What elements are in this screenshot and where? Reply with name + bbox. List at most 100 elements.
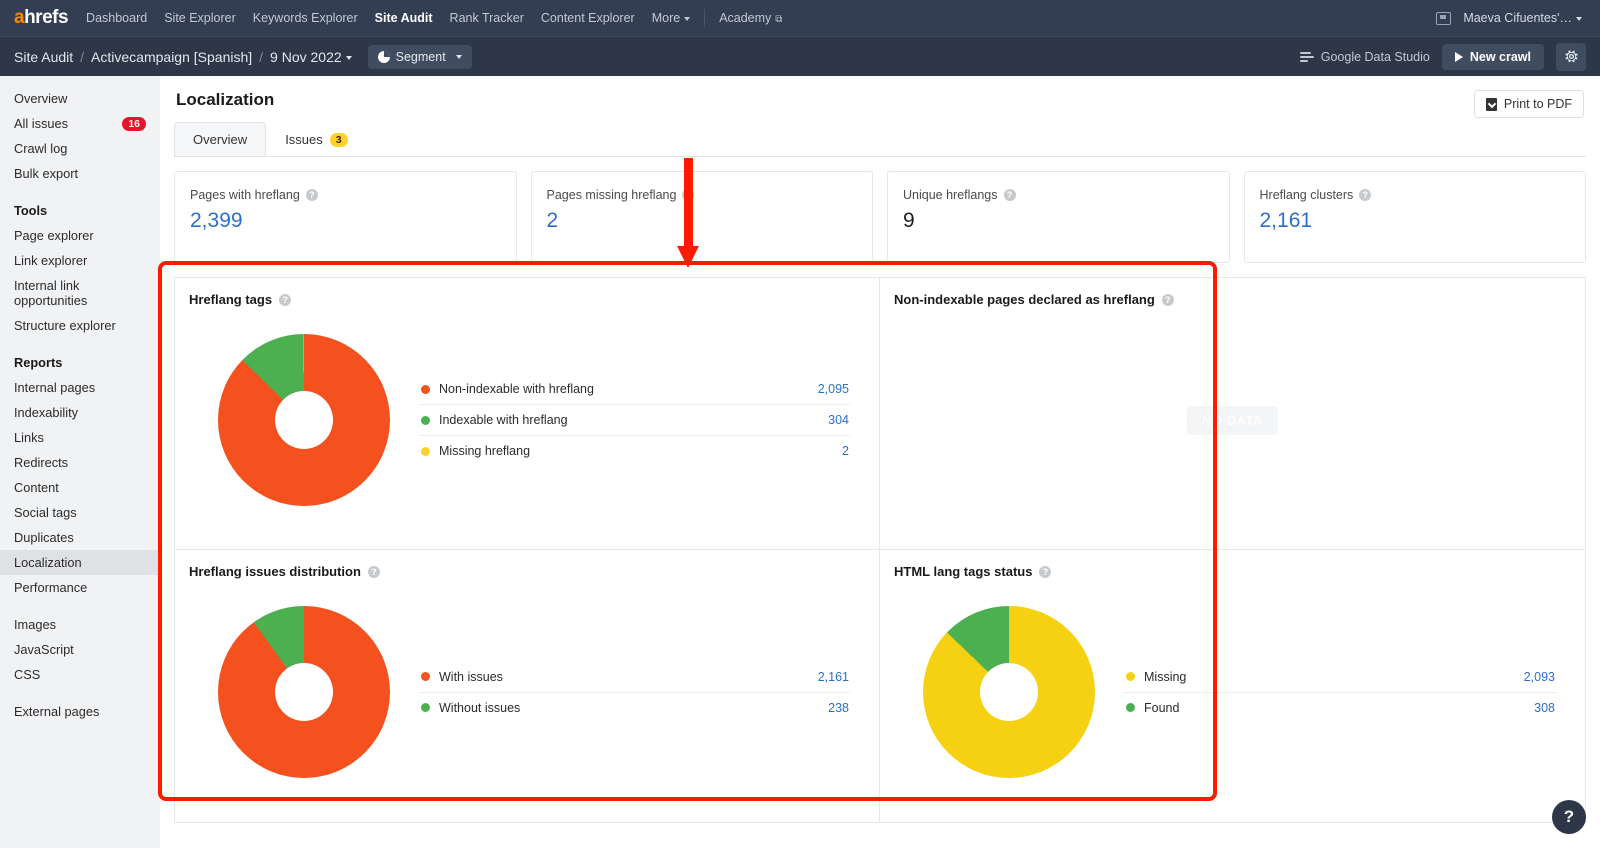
breadcrumb-site-audit[interactable]: Site Audit bbox=[14, 49, 73, 65]
sidebar-item-bulk-export[interactable]: Bulk export bbox=[0, 161, 160, 186]
nav-link-site-explorer[interactable]: Site Explorer bbox=[164, 11, 236, 25]
new-crawl-button[interactable]: New crawl bbox=[1441, 43, 1544, 70]
nav-link-keywords-explorer[interactable]: Keywords Explorer bbox=[253, 11, 358, 25]
chart-panel-hreflang-issues-distribution: Hreflang issues distribution? With issues… bbox=[175, 550, 880, 822]
sidebar-item-label: Redirects bbox=[14, 455, 69, 470]
settings-button[interactable] bbox=[1556, 42, 1586, 71]
legend-value[interactable]: 2 bbox=[842, 444, 849, 458]
metric-card-pages-missing-hreflang: Pages missing hreflang? 2 bbox=[530, 171, 873, 263]
sidebar-item-label: Internal pages bbox=[14, 380, 96, 395]
sidebar-item-overview[interactable]: Overview bbox=[0, 86, 160, 111]
sidebar-item-link-explorer[interactable]: Link explorer bbox=[0, 248, 160, 273]
help-tooltip-icon[interactable]: ? bbox=[1039, 565, 1052, 578]
help-label: ? bbox=[1563, 807, 1575, 826]
sidebar-item-localization[interactable]: Localization bbox=[0, 550, 160, 575]
chart-title: Hreflang issues distribution bbox=[189, 564, 361, 579]
donut-chart-container bbox=[189, 334, 419, 506]
nav-link-more[interactable]: More bbox=[652, 11, 691, 25]
metric-card-label: Hreflang clusters bbox=[1259, 188, 1354, 202]
chart-title: Non-indexable pages declared as hreflang bbox=[894, 292, 1155, 307]
sidebar-item-label: Localization bbox=[14, 555, 82, 570]
nav-link-site-audit[interactable]: Site Audit bbox=[375, 11, 433, 25]
legend-row: Indexable with hreflang 304 bbox=[419, 405, 851, 436]
ahrefs-logo[interactable]: ahrefs bbox=[14, 7, 69, 29]
tab-overview[interactable]: Overview bbox=[174, 122, 267, 156]
help-tooltip-icon[interactable]: ? bbox=[1003, 189, 1016, 201]
help-button[interactable]: ? bbox=[1552, 800, 1586, 834]
legend-value[interactable]: 2,093 bbox=[1524, 670, 1555, 684]
sidebar-item-content[interactable]: Content bbox=[0, 475, 160, 500]
help-tooltip-icon[interactable]: ? bbox=[1161, 293, 1174, 306]
metric-card-hreflang-clusters: Hreflang clusters? 2,161 bbox=[1243, 171, 1586, 263]
sidebar-navigation: Overview All issues 16 Crawl log Bulk export… bbox=[0, 76, 160, 848]
legend-color-dot bbox=[421, 384, 430, 394]
sidebar-item-duplicates[interactable]: Duplicates bbox=[0, 525, 160, 550]
sidebar-item-page-explorer[interactable]: Page explorer bbox=[0, 223, 160, 248]
sidebar-item-images[interactable]: Images bbox=[0, 612, 160, 637]
breadcrumb-separator-1: / bbox=[80, 48, 85, 65]
breadcrumb-date-selector[interactable]: 9 Nov 2022 bbox=[270, 49, 352, 65]
nav-link-label: Rank Tracker bbox=[449, 11, 524, 25]
sidebar-item-label: Social tags bbox=[14, 505, 77, 520]
help-tooltip-icon[interactable]: ? bbox=[1359, 189, 1372, 201]
metric-card-label: Pages with hreflang bbox=[190, 188, 300, 202]
legend-label: With issues bbox=[439, 669, 503, 684]
tab-issues[interactable]: Issues 3 bbox=[266, 122, 366, 156]
legend-row: Missing hreflang 2 bbox=[419, 436, 851, 466]
sidebar-item-redirects[interactable]: Redirects bbox=[0, 450, 160, 475]
nav-link-rank-tracker[interactable]: Rank Tracker bbox=[450, 11, 524, 25]
sidebar-item-performance[interactable]: Performance bbox=[0, 575, 160, 600]
chart-body: With issues 2,161 Without issues 238 bbox=[189, 579, 865, 805]
sidebar-item-social-tags[interactable]: Social tags bbox=[0, 500, 160, 525]
metric-card-label-row: Unique hreflangs? bbox=[903, 188, 1214, 202]
sidebar-item-internal-pages[interactable]: Internal pages bbox=[0, 375, 160, 400]
sidebar-item-crawl-log[interactable]: Crawl log bbox=[0, 136, 160, 161]
nav-academy-link[interactable]: Academy ⧉ bbox=[719, 11, 782, 25]
nav-link-content-explorer[interactable]: Content Explorer bbox=[541, 11, 635, 25]
print-to-pdf-label: Print to PDF bbox=[1503, 97, 1572, 111]
help-tooltip-icon[interactable]: ? bbox=[279, 293, 292, 306]
metric-card-label: Pages missing hreflang bbox=[546, 188, 677, 202]
breadcrumb-project[interactable]: Activecampaign [Spanish] bbox=[91, 49, 252, 65]
sidebar-item-internal-link-opportunities[interactable]: Internal link opportunities bbox=[0, 273, 160, 313]
legend-value[interactable]: 2,095 bbox=[818, 382, 849, 396]
sidebar-item-label: Performance bbox=[14, 580, 88, 595]
monitor-icon[interactable] bbox=[1436, 11, 1452, 25]
chart-body: Non-indexable with hreflang 2,095 Indexabl… bbox=[189, 307, 865, 533]
sidebar-item-label: JavaScript bbox=[14, 642, 74, 657]
nav-link-label: Site Explorer bbox=[164, 11, 236, 25]
segment-button[interactable]: Segment bbox=[367, 44, 472, 69]
user-menu[interactable]: Maeva Cifuentes'… bbox=[1463, 11, 1582, 25]
legend-value[interactable]: 2,161 bbox=[818, 670, 849, 684]
main-content: Localization Print to PDF Overview Issues… bbox=[158, 76, 1600, 848]
print-to-pdf-button[interactable]: Print to PDF bbox=[1473, 90, 1584, 118]
metric-card-label-row: Pages missing hreflang? bbox=[547, 188, 858, 202]
legend-value[interactable]: 238 bbox=[828, 701, 849, 715]
help-tooltip-icon[interactable]: ? bbox=[682, 189, 695, 201]
donut-chart-container bbox=[189, 606, 419, 778]
primary-nav-links: Dashboard Site Explorer Keywords Explorer S… bbox=[86, 11, 691, 25]
sidebar-item-label: Indexability bbox=[14, 405, 79, 420]
metric-card-value: 2,399 bbox=[190, 209, 243, 232]
pie-chart-icon bbox=[377, 50, 390, 63]
sidebar-item-links[interactable]: Links bbox=[0, 425, 160, 450]
sidebar-item-label: Duplicates bbox=[14, 530, 74, 545]
sidebar-item-css[interactable]: CSS bbox=[0, 662, 160, 687]
nav-link-dashboard[interactable]: Dashboard bbox=[86, 11, 147, 25]
legend-value[interactable]: 304 bbox=[828, 413, 849, 427]
legend-label: Found bbox=[1144, 700, 1180, 715]
legend-label: Missing hreflang bbox=[439, 444, 531, 458]
play-icon bbox=[1454, 51, 1463, 62]
google-data-studio-button[interactable]: Google Data Studio bbox=[1299, 50, 1430, 64]
help-tooltip-icon[interactable]: ? bbox=[305, 189, 318, 201]
legend-row: With issues 2,161 bbox=[419, 662, 851, 693]
sidebar-item-external-pages[interactable]: External pages bbox=[0, 699, 160, 724]
help-tooltip-icon[interactable]: ? bbox=[367, 565, 380, 578]
legend-value[interactable]: 308 bbox=[1534, 701, 1555, 715]
sidebar-item-indexability[interactable]: Indexability bbox=[0, 400, 160, 425]
sidebar-item-javascript[interactable]: JavaScript bbox=[0, 637, 160, 662]
chevron-down-icon bbox=[455, 54, 462, 59]
charts-grid: Hreflang tags? Non-indexable with hreflan… bbox=[174, 277, 1586, 823]
sidebar-item-structure-explorer[interactable]: Structure explorer bbox=[0, 313, 160, 338]
sidebar-item-all-issues[interactable]: All issues 16 bbox=[0, 111, 160, 136]
